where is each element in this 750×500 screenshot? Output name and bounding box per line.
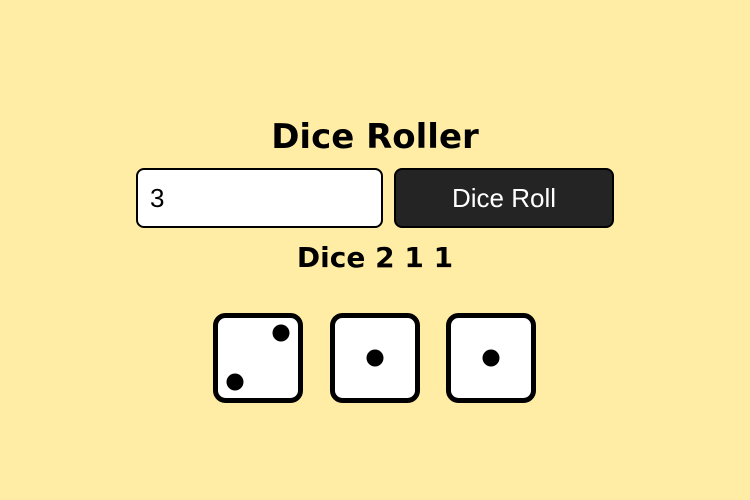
dice-roll-button[interactable]: Dice Roll [394, 168, 614, 228]
result-value: 1 [404, 241, 424, 274]
result-value: 1 [433, 241, 454, 274]
page-title: Dice Roller [271, 116, 479, 157]
die-pip [482, 349, 500, 367]
die-pip [272, 324, 290, 342]
die-face [446, 313, 536, 403]
dice-count-input[interactable] [136, 168, 383, 228]
die-face [213, 313, 303, 403]
die-pip [226, 373, 244, 391]
die-pip [366, 349, 384, 367]
die-1-icon [446, 313, 536, 403]
result-value: 2 [375, 241, 395, 274]
dice-row [213, 313, 537, 405]
result-label: Dice [296, 241, 366, 274]
roll-result: Dice 2 1 1 [0, 238, 750, 278]
controls-row: Dice Roll [136, 168, 614, 228]
die-2-icon [213, 313, 303, 403]
die-face [330, 313, 420, 403]
die-1-icon [330, 313, 420, 403]
